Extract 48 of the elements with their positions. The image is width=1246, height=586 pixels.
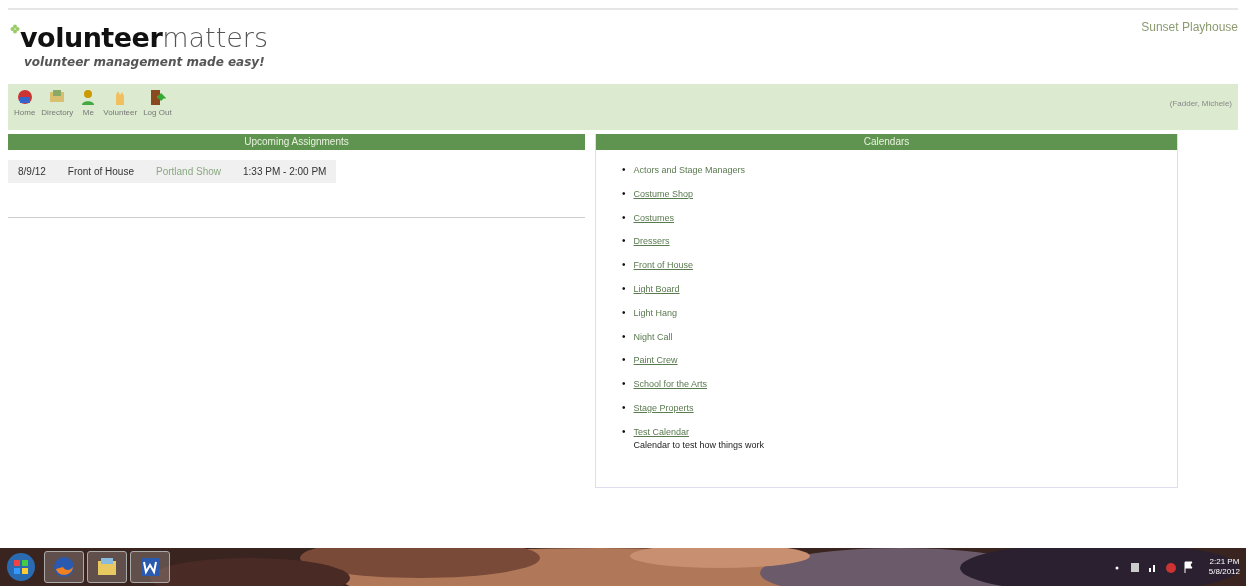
clock-time: 2:21 PM	[1208, 557, 1240, 567]
bullet: •	[622, 306, 626, 320]
bullet: •	[622, 283, 626, 296]
organization-link[interactable]: Sunset Playhouse	[1141, 18, 1238, 84]
tagline: volunteer management made easy!	[24, 53, 266, 71]
flower-icon	[10, 24, 20, 34]
bullet: •	[622, 330, 626, 344]
bullet: •	[622, 354, 626, 368]
clock-date: 5/8/2012	[1208, 567, 1240, 577]
calendar-link[interactable]: School for the Arts	[633, 379, 708, 390]
browser-icon	[52, 555, 76, 579]
calendar-link[interactable]: Stage Properts	[633, 402, 694, 413]
bullet: •	[622, 401, 626, 415]
logout-icon	[148, 88, 167, 107]
calendar-link[interactable]: Light Hang	[633, 307, 678, 318]
calendar-link[interactable]: Costume Shop	[633, 188, 694, 199]
assignment-calendar: Front of House	[67, 165, 134, 179]
bullet: •	[622, 235, 626, 249]
calendar-link[interactable]: Actors and Stage Managers	[633, 165, 746, 175]
calendar-link[interactable]: Light Board	[633, 284, 680, 294]
start-button[interactable]	[6, 552, 36, 582]
calendar-link[interactable]: Front of House	[633, 260, 694, 271]
calendar-link[interactable]: Paint Crew	[633, 355, 678, 366]
taskbar-button[interactable]	[129, 551, 170, 583]
bullet: •	[622, 259, 626, 273]
assignment-time: 1:33 PM - 2:00 PM	[243, 165, 327, 179]
toolbar-button[interactable]: Volunteer	[103, 88, 138, 126]
bullet: •	[622, 211, 626, 225]
toolbar-button[interactable]: Me	[79, 88, 98, 126]
toolbar-button[interactable]: Directory	[41, 88, 74, 126]
bullet: •	[622, 187, 626, 201]
bullet: •	[622, 378, 626, 392]
taskbar-button[interactable]	[86, 551, 127, 583]
calendar-link[interactable]: Test Calendar	[633, 426, 690, 437]
panel-header: Calendars	[596, 134, 1177, 150]
bullet: •	[622, 164, 626, 177]
calendar-description: Calendar to test how things work	[633, 439, 765, 453]
logo: volunteermatters	[20, 21, 268, 55]
panel-header: Upcoming Assignments	[8, 134, 585, 150]
calendar-link[interactable]: Night Call	[633, 331, 673, 342]
assignment-date: 8/9/12	[18, 165, 46, 179]
user-name: (Fadder, Michele)	[1169, 98, 1232, 110]
calendar-link[interactable]: Costumes	[633, 212, 675, 223]
toolbar-button[interactable]: Log Out	[143, 88, 172, 126]
home-icon	[15, 88, 34, 107]
bullet: •	[622, 425, 626, 439]
toolbar-button[interactable]: Home	[14, 88, 36, 126]
calendar-link[interactable]: Dressers	[633, 236, 670, 247]
